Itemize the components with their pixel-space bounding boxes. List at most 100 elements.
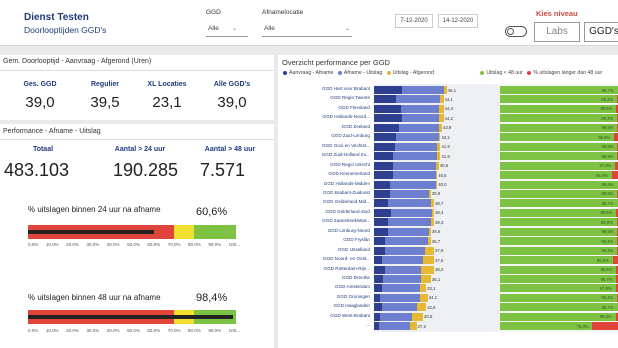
afname-filter-select[interactable]: Alle ⌄ <box>262 25 352 37</box>
doorlooptijd-title: Gem. Doorlooptijd - Aanvraag - Afgerond … <box>3 58 152 65</box>
pct-label: 98,0% <box>599 314 612 320</box>
bar-segment <box>389 180 436 189</box>
date-to[interactable]: 14-12-2020 <box>438 14 478 28</box>
ggd-row-label: ... <box>366 322 370 328</box>
pct-red-segment <box>614 133 618 142</box>
level-toggle[interactable] <box>505 26 527 37</box>
bar-segment <box>374 284 382 293</box>
pct-label: 98,7% <box>600 276 613 282</box>
tick-label: 90.0% <box>208 328 222 333</box>
tick-label: 0.0% <box>28 328 39 333</box>
bar-total-label: 41,9 <box>441 144 450 150</box>
tick-label: 30.0% <box>86 242 100 247</box>
kpi-label: Alle GGD's <box>213 81 251 88</box>
tick-label: 0.0% <box>28 242 39 247</box>
ggd-row-label: GGD Noord- en Oost... <box>323 256 370 262</box>
bar-segment <box>374 208 392 217</box>
pct-label: 99,3% <box>601 115 614 121</box>
bar-total-label: 38,2 <box>435 267 444 273</box>
level-button-labs[interactable]: Labs <box>534 22 580 42</box>
bar-total-label: 42,2 <box>441 134 450 140</box>
bar-segment <box>374 123 400 132</box>
bar-segment <box>438 104 444 113</box>
bar-total-label: 40,5 <box>438 172 447 178</box>
bar-segment <box>374 237 386 246</box>
bar-segment <box>380 293 420 302</box>
ggd-row-label: GGD Zuid-Holland Zu... <box>321 152 370 158</box>
bar-segment <box>374 275 384 283</box>
tick-label: 20.0% <box>66 328 79 333</box>
pct-label: 99,5% <box>601 229 614 235</box>
tick-label: 60.0% <box>147 242 161 247</box>
perf-label: Totaal <box>32 146 54 153</box>
bar-segment <box>374 303 382 312</box>
divider <box>0 70 274 71</box>
bar-segment <box>380 312 412 321</box>
gauge-24h-bar <box>28 225 236 239</box>
chevron-down-icon[interactable]: ⌄ <box>232 25 237 32</box>
ggd-filter-chevron-wrap <box>246 25 248 37</box>
pct-label: 99,5% <box>601 191 614 197</box>
bar-segment <box>419 293 428 302</box>
header-bar: Dienst Testen Doorlooptijden GGD's GGD A… <box>0 0 618 46</box>
bar-segment <box>432 208 435 217</box>
ggd-row-label: GGD Rotterdam-Rijn... <box>323 265 370 271</box>
bar-total-label: 40,0 <box>438 182 447 187</box>
tick-label: 10.0% <box>45 328 59 333</box>
perf-value: 190.285 <box>113 160 179 180</box>
tick-label: 80.0% <box>188 242 201 247</box>
bar-segment <box>374 95 397 104</box>
bar-segment <box>374 218 389 227</box>
bar-segment <box>437 152 441 161</box>
bar-segment <box>374 199 389 208</box>
ggd-row-label: GGD Zaanstreek/Wat... <box>322 218 370 224</box>
kpi-label: Regulier <box>90 81 119 88</box>
tick-label: 10.0% <box>45 242 59 247</box>
bar-segment <box>385 265 422 274</box>
bar-segment <box>421 265 435 274</box>
bar-total-label: 38,4 <box>435 210 444 216</box>
performance-title: Performance - Afname - Uitslag <box>3 128 101 135</box>
bar-segment <box>381 256 423 265</box>
ggd-filter-select[interactable]: Alle <box>206 25 246 37</box>
bar-segment <box>437 142 441 151</box>
level-button-ggds[interactable]: GGD's <box>584 22 618 42</box>
bar-segment <box>374 114 403 123</box>
perf-value: 7.571 <box>200 160 246 180</box>
bar-segment <box>392 152 438 161</box>
pct-label: 98,6% <box>600 210 613 216</box>
bar-segment <box>385 246 425 255</box>
ggd-filter-label: GGD <box>206 9 221 16</box>
perf-label: Aantal > 48 uur <box>204 146 256 153</box>
pct-red-segment <box>611 171 618 180</box>
pct-red-segment <box>612 256 618 265</box>
bar-total-label: 36,6 <box>431 229 441 235</box>
ggd-row-label: GGD Amsterdam <box>335 284 370 290</box>
legend-dot <box>386 70 391 75</box>
tick-label: 60.0% <box>147 328 161 333</box>
ggd-row-label: GGD Zuid-Limburg <box>331 133 370 139</box>
bar-total-label: 44,1 <box>444 96 453 102</box>
legend-label: Uitslag < 48 uur <box>486 70 523 76</box>
ggd-row-label: GGD Groningen <box>336 293 370 299</box>
tick-label: 40.0% <box>106 242 120 247</box>
afname-filter-label: Afnamelocatie <box>262 9 304 16</box>
bar-total-label: 27,2 <box>417 323 427 329</box>
bar-segment <box>388 199 431 208</box>
bar-segment <box>421 275 431 283</box>
overview-title: Overzicht performance per GGD <box>282 58 390 67</box>
bar-segment <box>374 265 386 274</box>
pct-label: 99,7% <box>601 304 614 310</box>
bar-segment <box>400 104 439 113</box>
pct-red-segment <box>592 322 618 331</box>
bar-segment <box>443 86 447 94</box>
kpi-value: 23,1 <box>152 94 182 111</box>
bar-segment <box>388 218 431 227</box>
tick-label: 100... <box>228 242 240 247</box>
bar-segment <box>392 161 436 170</box>
legend-label: Uitslag - Afgerond <box>392 70 434 76</box>
bar-segment <box>438 114 444 123</box>
bar-segment <box>399 123 439 132</box>
date-from[interactable]: 7-12-2020 <box>395 14 433 28</box>
bar-total-label: 32,6 <box>427 304 436 310</box>
